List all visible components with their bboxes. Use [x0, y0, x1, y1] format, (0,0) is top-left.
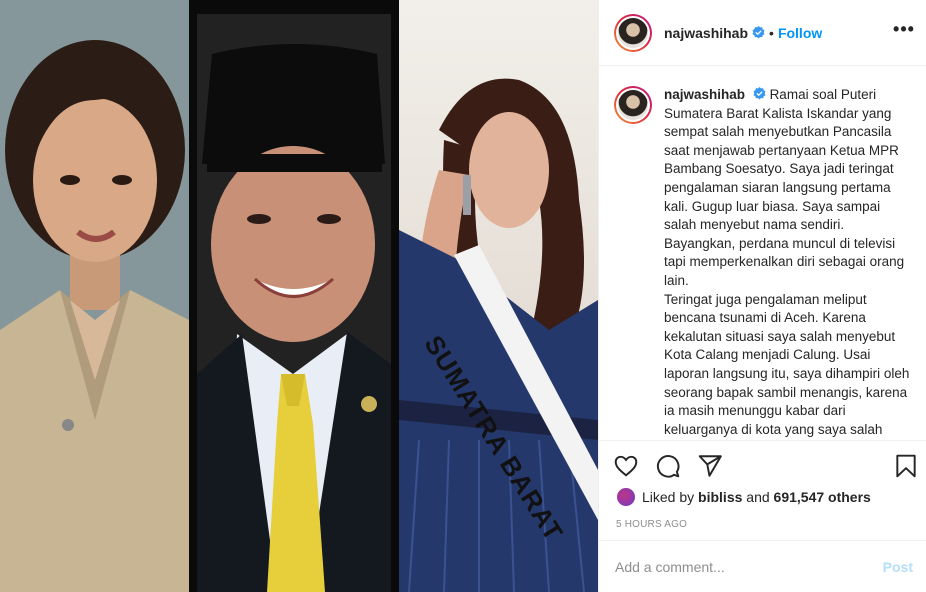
post-header: najwashihab • Follow ••• [599, 0, 926, 66]
caption-paragraph-2: Teringat juga pengalaman meliput bencana… [664, 291, 910, 437]
liker-avatar[interactable] [616, 487, 636, 507]
likes-summary: Liked by bibliss and 691,547 others [616, 487, 871, 507]
post-details-panel: najwashihab • Follow ••• najwashihab Ram… [598, 0, 926, 592]
caption-paragraph-1: Ramai soal Puteri Sumatera Barat Kalista… [664, 87, 905, 288]
post-timestamp[interactable]: 5 HOURS AGO [616, 519, 687, 530]
more-options-icon[interactable]: ••• [893, 20, 915, 44]
post-comment-button[interactable]: Post [883, 559, 913, 575]
post-media[interactable]: SUMATRA BARAT [0, 0, 598, 592]
comment-input[interactable] [615, 558, 883, 575]
bookmark-icon[interactable] [893, 453, 919, 479]
share-icon[interactable] [697, 453, 723, 479]
photo-pageant-contestant: SUMATRA BARAT [399, 0, 598, 592]
caption-username[interactable]: najwashihab [664, 87, 745, 102]
heart-icon[interactable] [613, 453, 639, 479]
verified-badge-icon [752, 26, 765, 39]
likes-prefix: Liked by [642, 489, 695, 505]
liker-username[interactable]: bibliss [698, 489, 742, 505]
caption: najwashihab Ramai soal Puteri Sumatera B… [614, 86, 911, 439]
separator-dot: • [769, 24, 774, 41]
comment-icon[interactable] [655, 453, 681, 479]
caption-text: najwashihab Ramai soal Puteri Sumatera B… [664, 86, 911, 439]
add-comment-bar: Post [599, 540, 926, 592]
comments-section[interactable]: najwashihab Ramai soal Puteri Sumatera B… [599, 66, 926, 440]
caption-avatar[interactable] [614, 86, 652, 124]
likes-count[interactable]: 691,547 others [774, 489, 871, 505]
photo-official [197, 14, 391, 592]
verified-badge-icon [753, 87, 766, 100]
avatar[interactable] [614, 13, 652, 52]
header-username[interactable]: najwashihab [664, 25, 748, 41]
likes-middle: and [746, 489, 770, 505]
photo-news-anchor [0, 0, 189, 592]
follow-button[interactable]: Follow [778, 25, 822, 41]
action-icons [613, 453, 723, 479]
